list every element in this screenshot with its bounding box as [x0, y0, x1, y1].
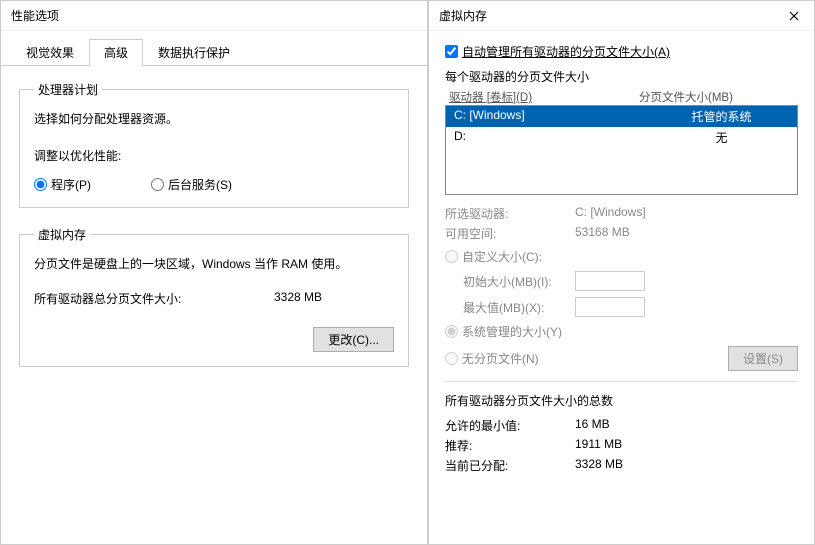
rec-value: 1911 MB	[575, 437, 622, 454]
vm-fieldset: 虚拟内存 分页文件是硬盘上的一块区域，Windows 当作 RAM 使用。 所有…	[19, 226, 409, 367]
drive-row-size: 无	[654, 129, 789, 146]
set-button: 设置(S)	[728, 346, 798, 371]
initial-size-row: 初始大小(MB)(I):	[445, 271, 798, 291]
selected-drive-label: 所选驱动器:	[445, 205, 575, 222]
each-drive-label: 每个驱动器的分页文件大小	[445, 68, 798, 85]
tab-dep[interactable]: 数据执行保护	[143, 39, 245, 66]
vm-total-row: 所有驱动器总分页文件大小: 3328 MB	[34, 290, 394, 307]
no-paging-row: 无分页文件(N) 设置(S)	[445, 346, 798, 371]
radio-no-paging	[445, 352, 458, 365]
cur-label: 当前已分配:	[445, 457, 575, 474]
vm-total-value: 3328 MB	[274, 290, 322, 307]
vm-legend: 虚拟内存	[34, 226, 90, 243]
left-content: 处理器计划 选择如何分配处理器资源。 调整以优化性能: 程序(P) 后台服务(S…	[1, 66, 427, 400]
drive-settings-area: 所选驱动器: C: [Windows] 可用空间: 53168 MB 自定义大小…	[445, 205, 798, 371]
rec-row: 推荐: 1911 MB	[445, 437, 798, 454]
radio-bgservice[interactable]: 后台服务(S)	[151, 176, 232, 193]
radio-programs-label: 程序(P)	[51, 176, 91, 193]
radio-custom-size	[445, 250, 458, 263]
vm-desc: 分页文件是硬盘上的一块区域，Windows 当作 RAM 使用。	[34, 255, 394, 272]
sys-managed-label: 系统管理的大小(Y)	[462, 323, 562, 340]
initial-size-input	[575, 271, 645, 291]
max-size-row: 最大值(MB)(X):	[445, 297, 798, 317]
auto-manage-row: 自动管理所有驱动器的分页文件大小(A)	[445, 43, 798, 60]
totals-title: 所有驱动器分页文件大小的总数	[445, 392, 798, 409]
drive-row[interactable]: D: 无	[446, 127, 797, 148]
performance-options-dialog: 性能选项 视觉效果 高级 数据执行保护 处理器计划 选择如何分配处理器资源。 调…	[0, 0, 428, 545]
sys-managed-row: 系统管理的大小(Y)	[445, 323, 798, 340]
selected-drive-value: C: [Windows]	[575, 205, 646, 222]
auto-manage-label[interactable]: 自动管理所有驱动器的分页文件大小(A)	[462, 43, 670, 60]
drive-list[interactable]: C: [Windows] 托管的系统 D: 无	[445, 105, 798, 195]
drive-row-label: D:	[454, 129, 654, 146]
separator	[445, 381, 798, 382]
avail-row: 可用空间: 53168 MB	[445, 225, 798, 242]
min-label: 允许的最小值:	[445, 417, 575, 434]
right-content: 自动管理所有驱动器的分页文件大小(A) 每个驱动器的分页文件大小 驱动器 [卷标…	[429, 31, 814, 489]
avail-label: 可用空间:	[445, 225, 575, 242]
tab-visual-effects[interactable]: 视觉效果	[11, 39, 89, 66]
title-right: 虚拟内存	[439, 7, 487, 24]
auto-manage-checkbox[interactable]	[445, 45, 458, 58]
vm-total-label: 所有驱动器总分页文件大小:	[34, 290, 214, 307]
custom-size-row: 自定义大小(C):	[445, 248, 798, 265]
tab-advanced[interactable]: 高级	[89, 39, 143, 66]
cur-row: 当前已分配: 3328 MB	[445, 457, 798, 474]
col-drive: 驱动器 [卷标](D)	[449, 89, 639, 105]
cpu-desc: 选择如何分配处理器资源。	[34, 110, 394, 127]
close-icon	[789, 11, 799, 21]
change-button[interactable]: 更改(C)...	[313, 327, 394, 352]
custom-size-label: 自定义大小(C):	[462, 248, 542, 265]
initial-size-label: 初始大小(MB)(I):	[445, 273, 575, 290]
titlebar-right: 虚拟内存	[429, 1, 814, 31]
max-size-input	[575, 297, 645, 317]
virtual-memory-dialog: 虚拟内存 自动管理所有驱动器的分页文件大小(A) 每个驱动器的分页文件大小 驱动…	[428, 0, 815, 545]
radio-sys-managed	[445, 325, 458, 338]
tabstrip: 视觉效果 高级 数据执行保护	[1, 31, 427, 66]
cpu-fieldset: 处理器计划 选择如何分配处理器资源。 调整以优化性能: 程序(P) 后台服务(S…	[19, 81, 409, 208]
col-size: 分页文件大小(MB)	[639, 89, 733, 105]
drive-row-size: 托管的系统	[654, 108, 789, 125]
cur-value: 3328 MB	[575, 457, 623, 474]
drive-row[interactable]: C: [Windows] 托管的系统	[446, 106, 797, 127]
cpu-radio-row: 程序(P) 后台服务(S)	[34, 176, 394, 193]
close-button[interactable]	[774, 1, 814, 31]
selected-drive-row: 所选驱动器: C: [Windows]	[445, 205, 798, 222]
rec-label: 推荐:	[445, 437, 575, 454]
no-paging-label: 无分页文件(N)	[462, 350, 539, 367]
radio-bgservice-input[interactable]	[151, 178, 164, 191]
drive-row-label: C: [Windows]	[454, 108, 654, 125]
max-size-label: 最大值(MB)(X):	[445, 299, 575, 316]
radio-programs-input[interactable]	[34, 178, 47, 191]
radio-programs[interactable]: 程序(P)	[34, 176, 91, 193]
cpu-adjust-label: 调整以优化性能:	[34, 147, 394, 164]
avail-value: 53168 MB	[575, 225, 630, 242]
radio-bgservice-label: 后台服务(S)	[168, 176, 232, 193]
min-value: 16 MB	[575, 417, 610, 434]
cpu-legend: 处理器计划	[34, 81, 102, 98]
min-row: 允许的最小值: 16 MB	[445, 417, 798, 434]
vm-change-wrap: 更改(C)...	[34, 327, 394, 352]
title-left: 性能选项	[11, 7, 59, 24]
titlebar-left: 性能选项	[1, 1, 427, 31]
drive-header: 驱动器 [卷标](D) 分页文件大小(MB)	[445, 89, 798, 105]
